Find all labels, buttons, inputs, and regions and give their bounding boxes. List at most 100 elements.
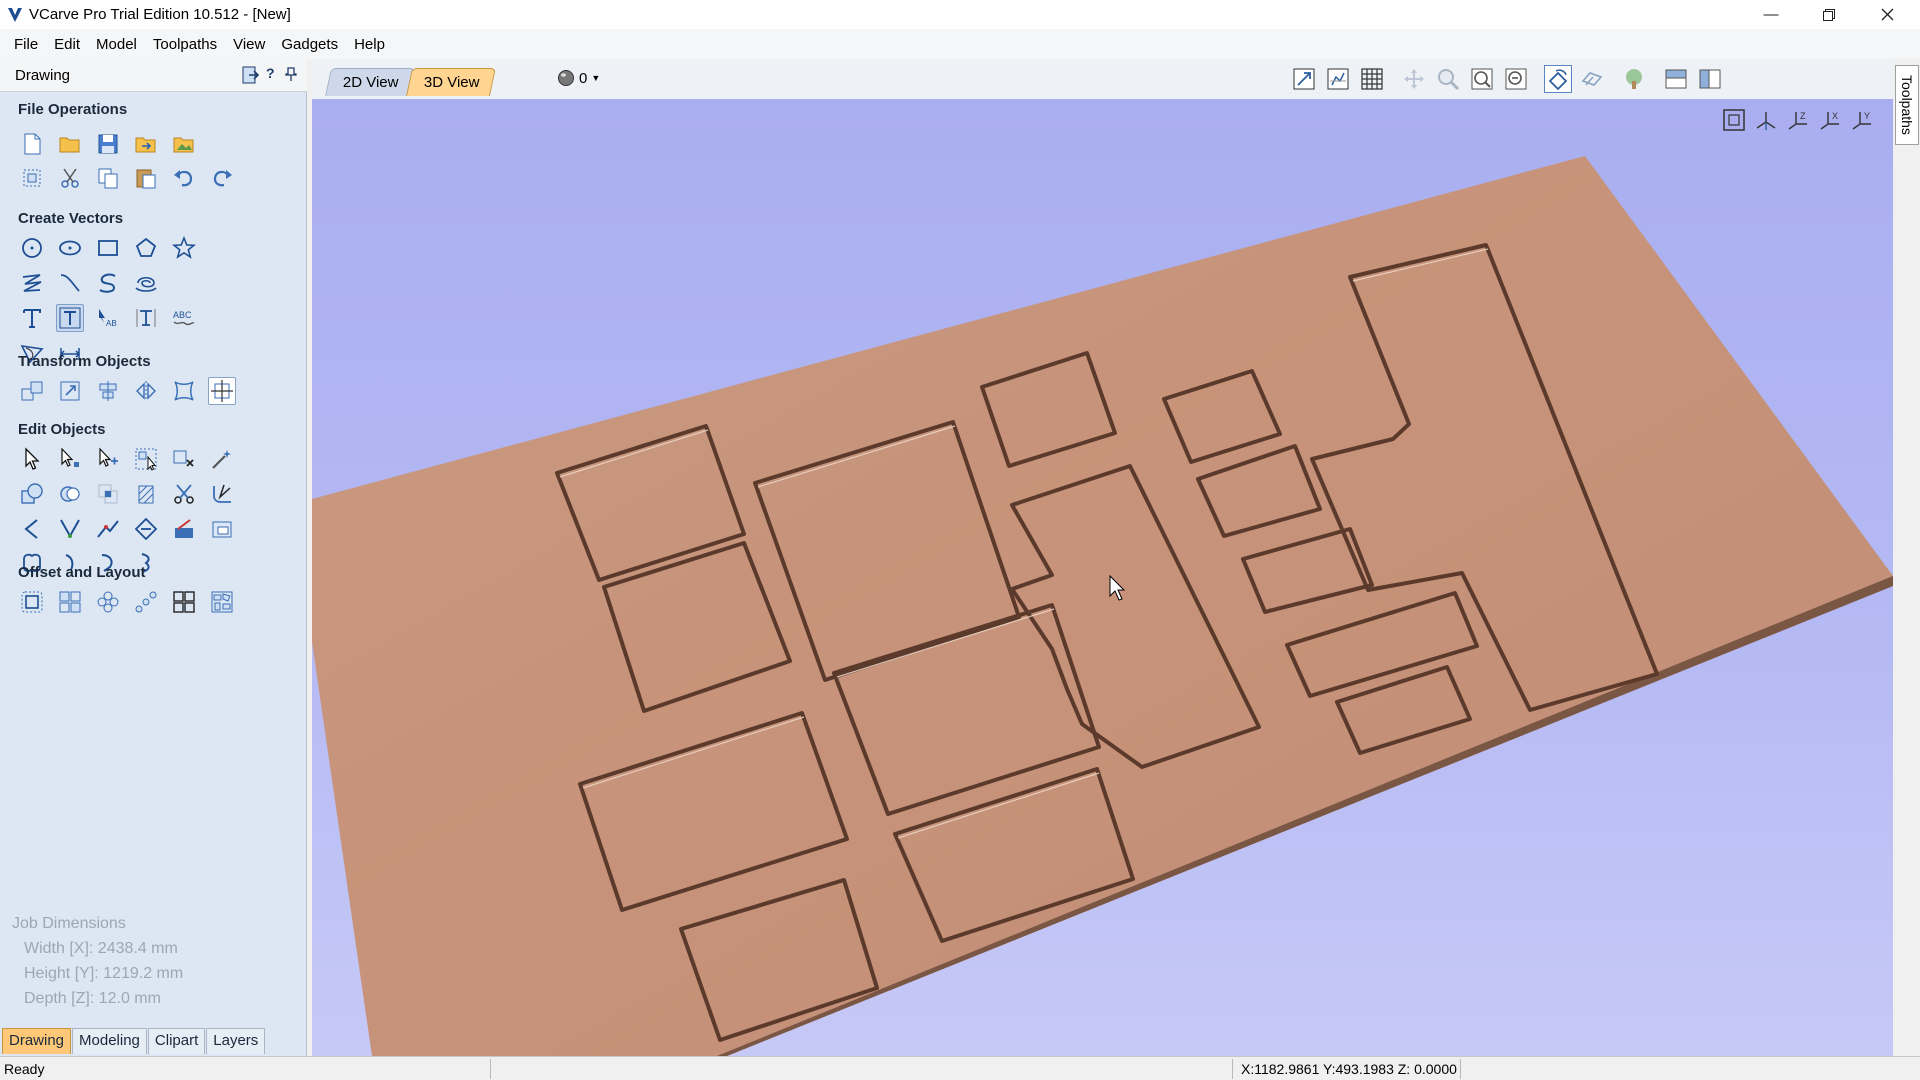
spell-check-button[interactable]: ABC [170,304,198,332]
menu-view[interactable]: View [225,32,273,57]
draw-star-button[interactable] [170,234,198,262]
help-button[interactable]: ? [266,65,275,81]
toggle-toolpath-button[interactable] [1544,65,1572,93]
tab-clipart[interactable]: Clipart [147,1028,206,1054]
import-bitmap-button[interactable] [170,130,198,158]
text-on-curve-button[interactable]: AB [94,304,122,332]
status-divider [1460,1059,1461,1079]
paste-button[interactable] [132,164,160,192]
tab-modeling[interactable]: Modeling [72,1028,147,1054]
set-origin-button[interactable] [208,377,236,405]
draw-curve-button[interactable] [56,269,84,297]
menu-edit[interactable]: Edit [46,32,88,57]
render-button[interactable] [1620,65,1648,93]
minimize-button[interactable]: — [1742,0,1800,29]
weld-button[interactable] [18,480,46,508]
layout-split-vertical-button[interactable] [1696,65,1724,93]
copy-button[interactable] [94,164,122,192]
restore-button[interactable] [1800,0,1858,29]
import-vectors-button[interactable] [132,130,160,158]
3d-viewport[interactable]: Z X Y [312,99,1893,1056]
distort-button[interactable] [170,377,198,405]
draw-arc-button[interactable] [94,269,122,297]
curve-icon [60,274,80,292]
select-button[interactable] [18,445,46,473]
draw-ellipse-button[interactable] [56,234,84,262]
cursor-arrow-icon [25,447,40,470]
nesting-button[interactable] [208,588,236,616]
draw-spiral-button[interactable] [132,269,160,297]
save-button[interactable] [94,130,122,158]
draw-polygon-button[interactable] [132,234,160,262]
text-arc-icon [136,309,156,327]
scale-button[interactable] [56,377,84,405]
menu-toolpaths[interactable]: Toolpaths [145,32,225,57]
offset-vector-button[interactable] [132,480,160,508]
new-file-button[interactable] [18,130,46,158]
text-arc-button[interactable] [132,304,160,332]
zoom-in-button[interactable] [1468,65,1496,93]
draw-circle-button[interactable] [18,234,46,262]
section-offset-and-layout: Offset and Layout [18,564,146,581]
job-height: Height [Y]: 1219.2 mm [24,965,184,982]
smooth-vector-button[interactable] [208,445,236,473]
offset-button[interactable] [18,588,46,616]
selection-delete-button[interactable] [170,445,198,473]
nest-parts-button[interactable] [56,588,84,616]
close-button[interactable] [1858,0,1916,29]
draw-text-button[interactable] [18,304,46,332]
layer-properties-button[interactable] [208,515,236,543]
block-copy-button[interactable] [170,588,198,616]
menu-gadgets[interactable]: Gadgets [273,32,346,57]
pin-panel-icon[interactable] [242,66,260,84]
zoom-out-button[interactable] [1502,65,1530,93]
move-button[interactable] [18,377,46,405]
menu-model[interactable]: Model [88,32,145,57]
job-setup-button[interactable] [18,164,46,192]
intersect-button[interactable] [94,480,122,508]
draw-rectangle-button[interactable] [94,234,122,262]
create-boundary-button[interactable] [132,515,160,543]
join-vectors-button[interactable] [56,515,84,543]
toolpaths-tab[interactable]: Toolpaths [1895,65,1919,145]
tab-2d-view[interactable]: 2D View [325,68,415,96]
menu-help[interactable]: Help [346,32,393,57]
interactive-selector-button[interactable] [132,445,160,473]
circular-array-button[interactable] [132,588,160,616]
redo-button[interactable] [208,164,236,192]
text-on-curve-icon: AB [99,309,117,328]
toggle-grid-button[interactable] [1358,65,1386,93]
open-file-button[interactable] [56,130,84,158]
tab-layers[interactable]: Layers [206,1028,266,1054]
mirror-button[interactable] [132,377,160,405]
tab-drawing[interactable]: Drawing [2,1028,72,1054]
subtract-button[interactable] [56,480,84,508]
layout-split-button[interactable] [1662,65,1690,93]
zoom-window-button[interactable] [1434,65,1462,93]
node-edit-button[interactable] [56,445,84,473]
fillet-button[interactable] [208,480,236,508]
measure-button[interactable] [170,515,198,543]
undo-button[interactable] [170,164,198,192]
auto-layout-text-button[interactable] [56,304,84,332]
menu-file[interactable]: File [6,32,46,57]
curve-fit-button[interactable] [94,515,122,543]
cut-button[interactable] [56,164,84,192]
transform-selection-button[interactable] [94,445,122,473]
section-file-operations: File Operations [18,101,128,118]
isometric-view-button[interactable] [1578,65,1606,93]
draw-polyline-button[interactable] [18,269,46,297]
copy-along-vectors-button[interactable] [94,588,122,616]
trim-button[interactable] [170,480,198,508]
tab-3d-view[interactable]: 3D View [406,68,496,96]
align-button[interactable] [94,377,122,405]
zoom-extents-button[interactable] [1290,65,1318,93]
join-open-button[interactable] [18,515,46,543]
view-plan-button[interactable] [1324,65,1352,93]
copy-icon [98,168,118,189]
pan-button[interactable] [1400,65,1428,93]
star-icon [172,236,196,259]
pushpin-icon[interactable] [285,67,297,81]
material-setup-button[interactable]: 0 ▼ [557,69,600,87]
chevron-left-icon [24,519,38,539]
